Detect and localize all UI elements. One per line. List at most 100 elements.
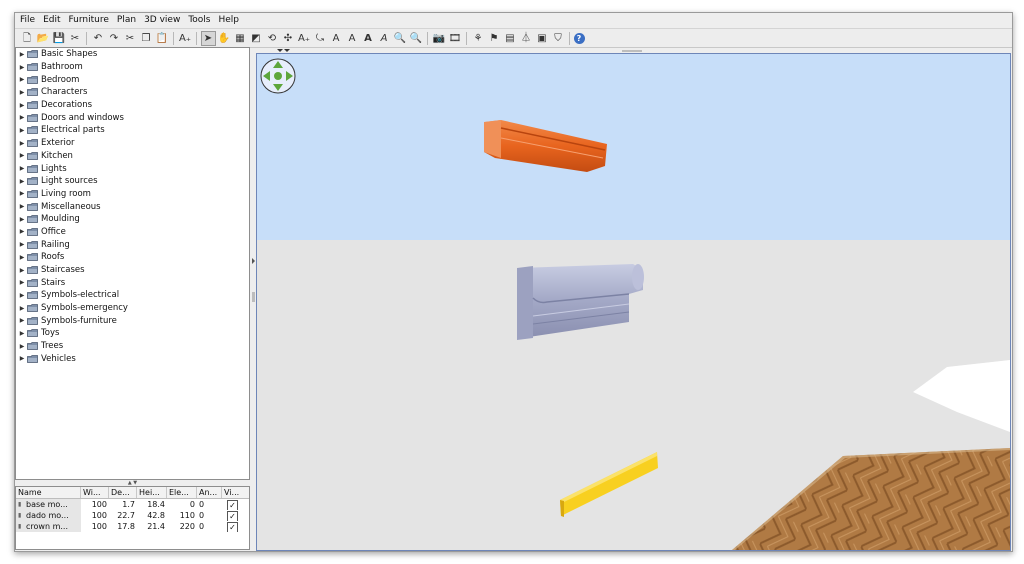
column-header-depth[interactable]: De... (109, 487, 137, 498)
preferences-icon[interactable]: ✂ (68, 31, 83, 46)
bold-text-icon[interactable]: A (361, 31, 376, 46)
catalog-category[interactable]: ▶ Trees (16, 340, 249, 353)
column-header-name[interactable]: Name (16, 487, 81, 498)
catalog-category[interactable]: ▶ Bedroom (16, 73, 249, 86)
expand-arrow-icon[interactable]: ▶ (18, 343, 26, 350)
catalog-category[interactable]: ▶ Characters (16, 86, 249, 99)
expand-arrow-icon[interactable]: ▶ (18, 279, 26, 286)
expand-arrow-icon[interactable]: ▶ (18, 102, 26, 109)
create-video-icon[interactable]: 🎞 (448, 31, 463, 46)
zoom-out-icon[interactable]: 🔍 (409, 31, 424, 46)
expand-arrow-icon[interactable]: ▶ (18, 267, 26, 274)
paste-icon[interactable]: 📋 (155, 31, 170, 46)
expand-arrow-icon[interactable]: ▶ (18, 190, 26, 197)
navigation-arrows-icon[interactable] (260, 58, 296, 94)
rotate-text-icon[interactable]: ⤿ (313, 31, 328, 46)
expand-arrow-icon[interactable]: ▶ (18, 254, 26, 261)
catalog-category[interactable]: ▶ Staircases (16, 264, 249, 277)
new-file-icon[interactable]: 🗋 (20, 31, 35, 46)
menu-help[interactable]: Help (216, 13, 243, 28)
import-background-icon[interactable]: ▤ (503, 31, 518, 46)
furniture-catalog-tree[interactable]: ▶ Basic Shapes ▶ Bathroom ▶ Bedroom ▶ Character… (15, 47, 250, 480)
decrease-text-icon[interactable]: A (345, 31, 360, 46)
zoom-in-icon[interactable]: 🔍 (393, 31, 408, 46)
expand-arrow-icon[interactable]: ▶ (18, 51, 26, 58)
menu-plan[interactable]: Plan (114, 13, 139, 28)
catalog-category[interactable]: ▶ Roofs (16, 251, 249, 264)
catalog-category[interactable]: ▶ Bathroom (16, 61, 249, 74)
import-texture-icon[interactable]: ⚑ (487, 31, 502, 46)
expand-arrow-icon[interactable]: ▶ (18, 76, 26, 83)
menu-3d-view[interactable]: 3D view (141, 13, 183, 28)
redo-icon[interactable]: ↷ (107, 31, 122, 46)
expand-arrow-icon[interactable]: ▶ (18, 305, 26, 312)
catalog-category[interactable]: ▶ Decorations (16, 99, 249, 112)
italic-text-icon[interactable]: A (377, 31, 392, 46)
menu-edit[interactable]: Edit (40, 13, 63, 28)
catalog-category[interactable]: ▶ Toys (16, 327, 249, 340)
expand-arrow-icon[interactable]: ▶ (18, 228, 26, 235)
table-row[interactable]: ▮ dado mo... 100 22.7 42.8 110 0 ✓ (16, 510, 249, 521)
catalog-category[interactable]: ▶ Light sources (16, 175, 249, 188)
visible-checkbox[interactable]: ✓ (227, 511, 238, 521)
table-row[interactable]: ▮ crown m... 100 17.8 21.4 220 0 ✓ (16, 521, 249, 532)
create-rooms-icon[interactable]: ◩ (249, 31, 264, 46)
catalog-category[interactable]: ▶ Symbols-electrical (16, 289, 249, 302)
dado-moulding-model[interactable] (517, 264, 644, 340)
catalog-category[interactable]: ▶ Railing (16, 238, 249, 251)
create-photo-icon[interactable]: 📷 (432, 31, 447, 46)
expand-arrow-icon[interactable]: ▶ (18, 317, 26, 324)
expand-arrow-icon[interactable]: ▶ (18, 64, 26, 71)
copy-icon[interactable]: ❐ (139, 31, 154, 46)
help-icon[interactable]: ? (573, 32, 585, 44)
menu-file[interactable]: File (17, 13, 38, 28)
save-icon[interactable]: 💾 (52, 31, 67, 46)
column-header-height[interactable]: Hei... (137, 487, 167, 498)
menu-tools[interactable]: Tools (185, 13, 213, 28)
3d-view[interactable] (256, 53, 1011, 551)
base-moulding-model[interactable] (560, 452, 658, 517)
menu-furniture[interactable]: Furniture (66, 13, 112, 28)
catalog-category[interactable]: ▶ Symbols-furniture (16, 314, 249, 327)
column-header-visible[interactable]: Vi... (222, 487, 249, 498)
expand-arrow-icon[interactable]: ▶ (18, 178, 26, 185)
catalog-category[interactable]: ▶ Lights (16, 162, 249, 175)
create-polylines-icon[interactable]: ⟲ (265, 31, 280, 46)
select-icon[interactable]: ➤ (200, 30, 216, 46)
undo-icon[interactable]: ↶ (91, 31, 106, 46)
column-header-angle[interactable]: An... (197, 487, 222, 498)
catalog-category[interactable]: ▶ Office (16, 226, 249, 239)
expand-arrow-icon[interactable]: ▶ (18, 355, 26, 362)
column-header-elevation[interactable]: Ele... (167, 487, 197, 498)
expand-arrow-icon[interactable]: ▶ (18, 241, 26, 248)
catalog-category[interactable]: ▶ Exterior (16, 137, 249, 150)
create-walls-icon[interactable]: ▦ (233, 31, 248, 46)
catalog-category[interactable]: ▶ Basic Shapes (16, 48, 249, 61)
pan-icon[interactable]: ✋ (217, 31, 232, 46)
expand-arrow-icon[interactable]: ▶ (18, 89, 26, 96)
expand-arrow-icon[interactable]: ▶ (18, 140, 26, 147)
modify-icon[interactable]: ⛉ (551, 31, 566, 46)
catalog-category[interactable]: ▶ Symbols-emergency (16, 302, 249, 315)
catalog-category[interactable]: ▶ Doors and windows (16, 111, 249, 124)
catalog-category[interactable]: ▶ Living room (16, 188, 249, 201)
catalog-category[interactable]: ▶ Moulding (16, 213, 249, 226)
flip-icon[interactable]: ⏃ (519, 31, 534, 46)
add-text-icon[interactable]: A₊ (297, 31, 312, 46)
increase-text-icon[interactable]: A (329, 31, 344, 46)
expand-arrow-icon[interactable]: ▶ (18, 165, 26, 172)
expand-arrow-icon[interactable]: ▶ (18, 114, 26, 121)
horizontal-splitter[interactable]: ▲ ▼ (15, 479, 250, 486)
column-header-width[interactable]: Wi... (81, 487, 109, 498)
expand-arrow-icon[interactable]: ▶ (18, 203, 26, 210)
visible-checkbox[interactable]: ✓ (227, 500, 238, 510)
expand-arrow-icon[interactable]: ▶ (18, 216, 26, 223)
catalog-category[interactable]: ▶ Vehicles (16, 353, 249, 366)
expand-arrow-icon[interactable]: ▶ (18, 127, 26, 134)
table-row[interactable]: ▮ base mo... 100 1.7 18.4 0 0 ✓ (16, 499, 249, 510)
group-icon[interactable]: ▣ (535, 31, 550, 46)
expand-arrow-icon[interactable]: ▶ (18, 152, 26, 159)
create-dimensions-icon[interactable]: ✣ (281, 31, 296, 46)
catalog-category[interactable]: ▶ Kitchen (16, 150, 249, 163)
catalog-category[interactable]: ▶ Stairs (16, 276, 249, 289)
